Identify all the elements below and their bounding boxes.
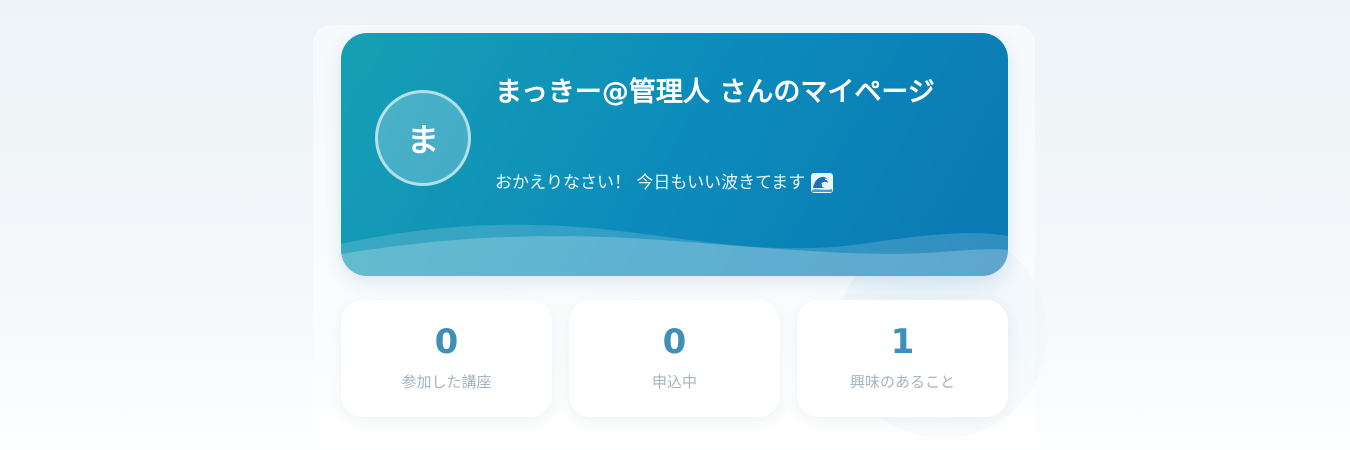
stat-value: 0 bbox=[662, 322, 687, 362]
stat-card-interests[interactable]: 1 興味のあること bbox=[797, 300, 1008, 417]
profile-hero-card: ま まっきー@管理人 さんのマイページ おかえりなさい！ 今日もいい波きてます bbox=[341, 33, 1008, 276]
stat-label: 参加した講座 bbox=[401, 373, 492, 391]
stat-label: 申込中 bbox=[651, 373, 697, 391]
stat-label: 興味のあること bbox=[849, 373, 955, 391]
wave-icon bbox=[811, 173, 834, 193]
greeting-text: おかえりなさい！ 今日もいい波きてます bbox=[495, 173, 806, 193]
greeting-message: おかえりなさい！ 今日もいい波きてます bbox=[495, 171, 834, 195]
avatar: ま bbox=[375, 90, 471, 186]
stat-card-joined-courses[interactable]: 0 参加した講座 bbox=[341, 300, 552, 417]
page-title: まっきー@管理人 さんのマイページ bbox=[495, 77, 935, 108]
stat-card-applying[interactable]: 0 申込中 bbox=[569, 300, 780, 417]
stat-value: 1 bbox=[890, 322, 915, 362]
hero-waves-decoration bbox=[341, 224, 1008, 276]
stat-value: 0 bbox=[434, 322, 459, 362]
